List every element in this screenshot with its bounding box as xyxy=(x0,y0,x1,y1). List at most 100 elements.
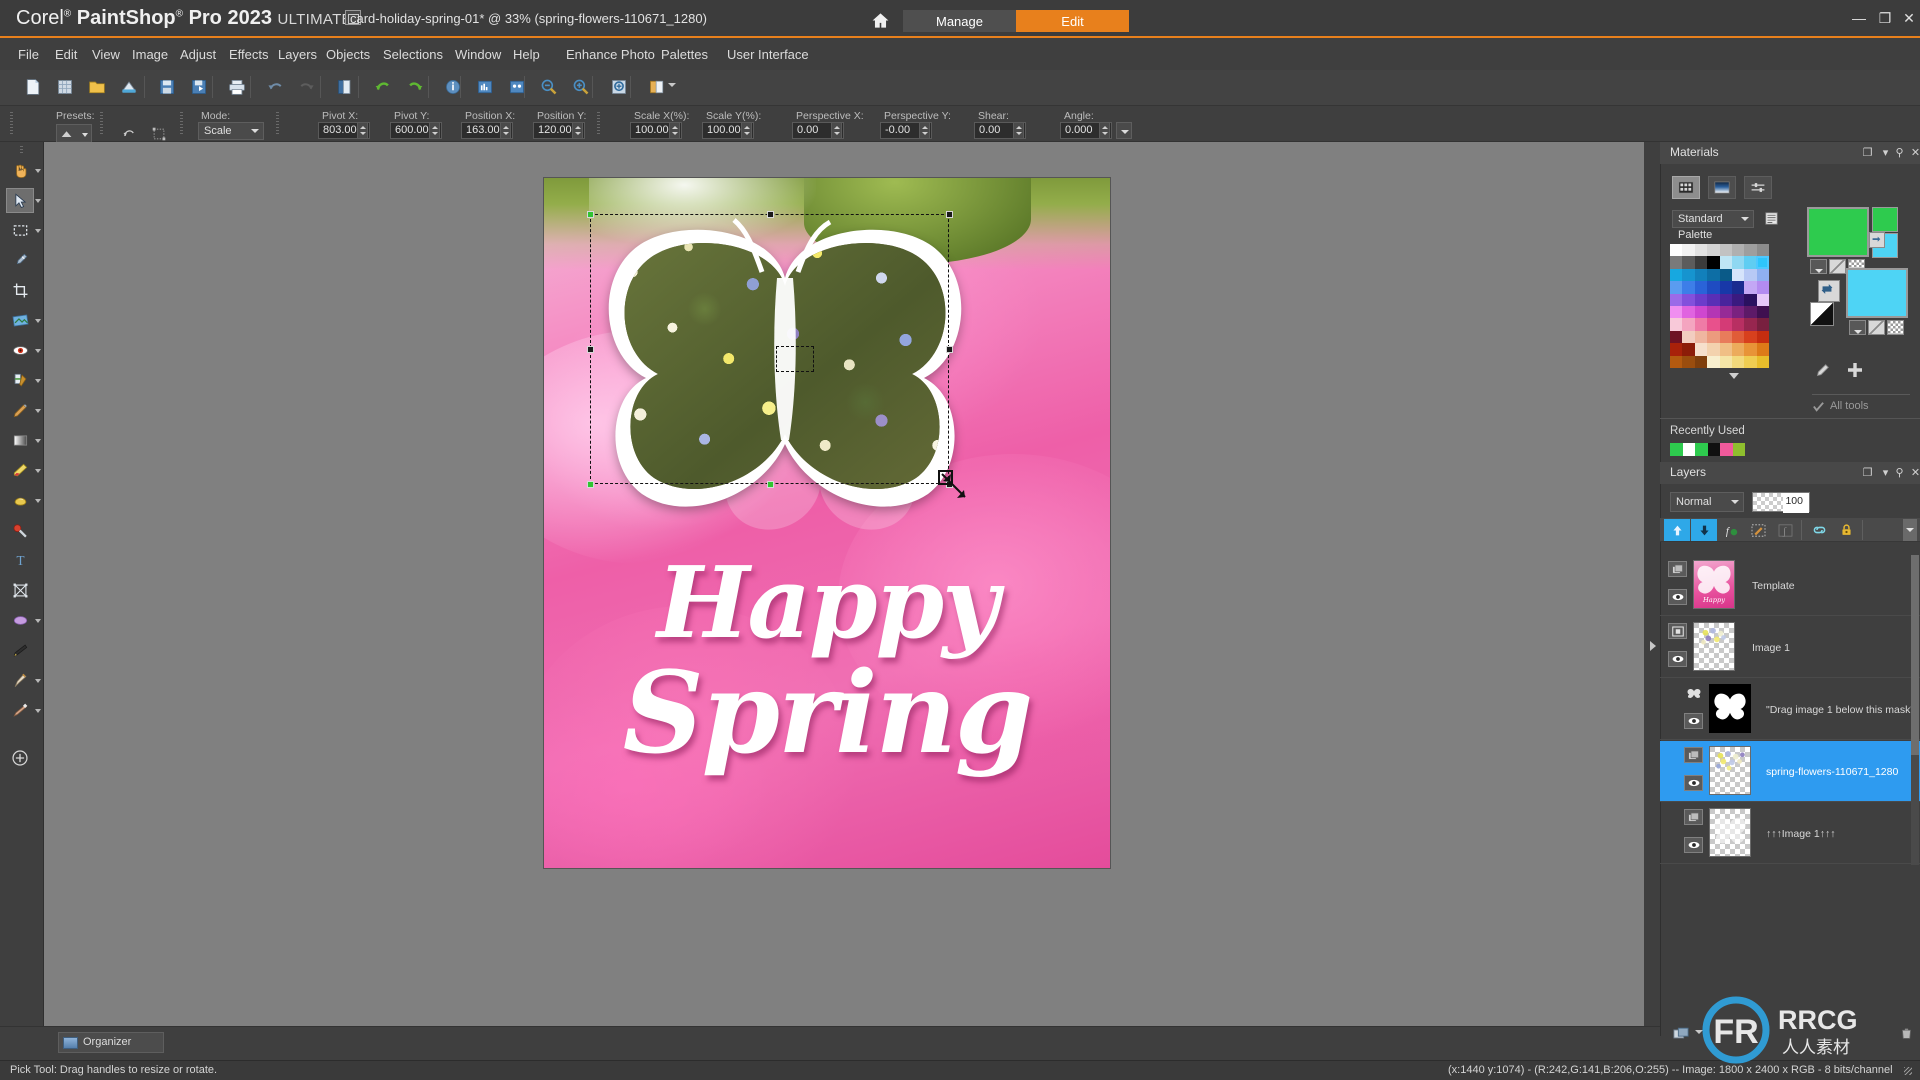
new-art-media-layer-icon[interactable] xyxy=(1745,519,1771,541)
scale-x-stepper[interactable] xyxy=(669,122,680,139)
warp-brush-tool-flyout[interactable] xyxy=(35,677,43,685)
handle-bottom-left[interactable] xyxy=(587,481,594,488)
rotation-pivot[interactable] xyxy=(776,346,814,372)
perspective-x-stepper[interactable] xyxy=(831,122,842,139)
color-swatch[interactable] xyxy=(1719,256,1732,269)
sliders-tab[interactable] xyxy=(1744,176,1772,199)
materials-restore-button[interactable]: ❐ xyxy=(1860,146,1875,160)
layer-thumbnail[interactable]: Happy xyxy=(1693,560,1735,609)
free-rotate-icon[interactable] xyxy=(148,124,170,144)
smudge-tool[interactable] xyxy=(6,488,34,513)
color-swatch[interactable] xyxy=(1707,355,1720,368)
window-minimize-button[interactable]: — xyxy=(1848,8,1870,28)
info-icon[interactable] xyxy=(438,72,468,102)
color-swatch[interactable] xyxy=(1682,256,1695,269)
selection-tool-flyout[interactable] xyxy=(35,227,43,235)
zoom-out-icon[interactable] xyxy=(534,72,564,102)
color-swatch[interactable] xyxy=(1744,330,1757,344)
menu-help[interactable]: Help xyxy=(513,47,540,62)
color-swatch[interactable] xyxy=(1719,244,1732,257)
menu-edit[interactable]: Edit xyxy=(55,47,77,62)
red-eye-tool-flyout[interactable] xyxy=(35,347,43,355)
color-swatch[interactable] xyxy=(1694,281,1708,294)
color-swatch[interactable] xyxy=(1719,305,1732,319)
home-icon[interactable] xyxy=(862,8,898,32)
red-eye-tool[interactable] xyxy=(6,338,34,363)
save-icon[interactable] xyxy=(152,72,182,102)
lock-layer-icon[interactable] xyxy=(1833,519,1859,541)
foreground-color-swatch[interactable] xyxy=(1807,207,1869,257)
handle-middle-right[interactable] xyxy=(946,346,953,353)
menu-selections[interactable]: Selections xyxy=(383,47,443,62)
menu-objects[interactable]: Objects xyxy=(326,47,370,62)
open-icon[interactable] xyxy=(82,72,112,102)
menu-window[interactable]: Window xyxy=(455,47,501,62)
layer-mask-icon[interactable] xyxy=(1684,685,1703,701)
layer-visibility-icon[interactable] xyxy=(1684,775,1703,791)
handle-bottom-center[interactable] xyxy=(767,481,774,488)
color-swatch[interactable] xyxy=(1707,305,1720,319)
background-transparent-button[interactable] xyxy=(1887,320,1904,335)
layers-close-button[interactable]: ✕ xyxy=(1908,466,1920,480)
color-swatch[interactable] xyxy=(1682,355,1695,368)
color-swatch[interactable] xyxy=(1719,318,1732,331)
layer-visibility-icon[interactable] xyxy=(1668,651,1687,667)
new-adjustment-layer-icon[interactable]: f xyxy=(1718,519,1744,541)
more-tools-button[interactable] xyxy=(6,745,34,770)
color-swatch[interactable] xyxy=(1756,330,1770,344)
straighten-tool-flyout[interactable] xyxy=(35,317,43,325)
workspace-tab-edit[interactable]: Edit xyxy=(1016,10,1129,32)
materials-copy-icon[interactable] xyxy=(642,72,672,102)
layer-thumbnail[interactable] xyxy=(1709,746,1751,795)
color-swatch[interactable] xyxy=(1756,293,1770,306)
copy-icon[interactable] xyxy=(330,72,360,102)
color-swatch[interactable] xyxy=(1744,318,1757,331)
menu-user-interface[interactable]: User Interface xyxy=(727,47,809,62)
color-swatch[interactable] xyxy=(1682,268,1695,282)
materials-pin-button[interactable]: ⚲ xyxy=(1892,146,1907,160)
color-swatch[interactable] xyxy=(1694,268,1708,282)
color-swatch[interactable] xyxy=(1744,293,1757,306)
menu-image[interactable]: Image xyxy=(132,47,168,62)
scale-y-stepper[interactable] xyxy=(741,122,752,139)
layers-scrollbar[interactable] xyxy=(1911,555,1919,865)
pan-tool-flyout[interactable] xyxy=(35,167,43,175)
chevron-down-icon[interactable] xyxy=(668,83,676,87)
color-swatch[interactable] xyxy=(1744,256,1757,269)
color-swatch[interactable] xyxy=(1731,330,1745,344)
toolbar-grip[interactable] xyxy=(276,112,279,134)
toolbar-grip[interactable] xyxy=(100,112,103,134)
color-swatch-grid[interactable] xyxy=(1670,244,1770,368)
pick-tool[interactable] xyxy=(6,188,34,213)
color-swatch[interactable] xyxy=(1670,355,1683,368)
color-swatch[interactable] xyxy=(1756,281,1770,294)
plus-icon[interactable] xyxy=(1845,360,1867,382)
color-swatch[interactable] xyxy=(1694,343,1708,356)
straighten-tool[interactable] xyxy=(6,308,34,333)
color-swatch[interactable] xyxy=(1744,305,1757,319)
color-swatch[interactable] xyxy=(1744,268,1757,282)
color-swatch[interactable] xyxy=(1719,343,1732,356)
table-row[interactable]: Image 1 xyxy=(1650,617,1920,678)
color-swatch[interactable] xyxy=(1731,305,1745,319)
shear-stepper[interactable] xyxy=(1013,122,1024,139)
color-swatch[interactable] xyxy=(1707,293,1720,306)
angle-stepper[interactable] xyxy=(1099,122,1110,139)
color-swatch[interactable] xyxy=(1694,244,1708,257)
browse-icon[interactable] xyxy=(114,72,144,102)
layer-thumbnail[interactable] xyxy=(1709,808,1751,857)
menu-effects[interactable]: Effects xyxy=(229,47,269,62)
save-as-icon[interactable] xyxy=(184,72,214,102)
color-swatch[interactable] xyxy=(1670,305,1683,319)
background-color-swatch[interactable] xyxy=(1846,268,1908,318)
color-swatch[interactable] xyxy=(1682,343,1695,356)
new-from-template-icon[interactable] xyxy=(50,72,80,102)
layer-thumbnail[interactable] xyxy=(1693,622,1735,671)
black-white-reset-icon[interactable] xyxy=(1810,302,1834,326)
color-swatch[interactable] xyxy=(1707,268,1720,282)
pivot-y-stepper[interactable] xyxy=(429,122,440,139)
link-layers-icon[interactable] xyxy=(1806,519,1832,541)
color-swatch[interactable] xyxy=(1670,281,1683,294)
preset-shape-tool[interactable] xyxy=(6,608,34,633)
color-swatch[interactable] xyxy=(1744,355,1757,368)
